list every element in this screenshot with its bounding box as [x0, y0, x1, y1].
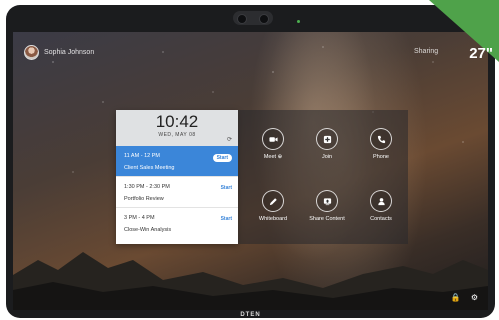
start-meeting-button[interactable]: Start [221, 216, 232, 222]
action-label: Whiteboard [258, 216, 288, 222]
phone-button[interactable]: Phone [356, 128, 406, 160]
whiteboard-button[interactable]: Whiteboard [248, 190, 298, 222]
meeting-item[interactable]: 11 AM - 12 PM Client Sales Meeting Start [116, 146, 238, 177]
dten-device: Sophia Johnson Sharing 10:42 WED, MAY 08… [6, 5, 495, 318]
join-button[interactable]: Join [302, 128, 352, 160]
action-label: Join [321, 154, 333, 160]
camera-indicator-light [297, 20, 300, 23]
phone-icon [370, 128, 392, 150]
screen: Sophia Johnson Sharing 10:42 WED, MAY 08… [13, 32, 488, 310]
device-brand-logo: DTEN [240, 312, 261, 318]
meeting-item[interactable]: 3 PM - 4 PM Close-Win Analysis Start [116, 208, 238, 238]
share-content-button[interactable]: Share Content [302, 190, 352, 222]
start-meeting-button[interactable]: Start [221, 185, 232, 191]
camera-lens-right [259, 14, 269, 24]
camera-bar [233, 11, 273, 25]
meet-button[interactable]: Meet ⊕ [248, 128, 298, 160]
person-icon [370, 190, 392, 212]
clock-date: WED, MAY 08 [158, 132, 196, 138]
action-label: Share Content [309, 216, 345, 222]
user-profile[interactable]: Sophia Johnson [24, 45, 94, 60]
lock-icon[interactable]: 🔒 [451, 293, 461, 302]
camera-lens-left [237, 14, 247, 24]
action-label: Contacts [370, 216, 392, 222]
meeting-title: Portfolio Review [124, 196, 164, 202]
calendar-header: 10:42 WED, MAY 08 ⟳ [116, 110, 238, 146]
actions-panel: Meet ⊕ Join Phone Whiteboard Share Conte… [238, 110, 408, 244]
gear-icon[interactable]: ⚙ [471, 293, 478, 302]
contacts-button[interactable]: Contacts [356, 190, 406, 222]
calendar-panel: 10:42 WED, MAY 08 ⟳ 11 AM - 12 PM Client… [116, 110, 238, 244]
action-label: Phone [373, 154, 389, 160]
avatar [24, 45, 39, 60]
meeting-item[interactable]: 1:30 PM - 2:30 PM Portfolio Review Start [116, 177, 238, 208]
user-name: Sophia Johnson [44, 49, 95, 56]
share-screen-icon [316, 190, 338, 212]
meeting-title: Close-Win Analysis [124, 227, 172, 233]
start-meeting-button[interactable]: Start [212, 154, 232, 162]
pencil-icon [262, 190, 284, 212]
bottom-toolbar: 🔒 ⚙ [451, 293, 478, 302]
plus-icon [316, 128, 338, 150]
size-badge-label: 27" [469, 45, 493, 62]
clock-time: 10:42 [155, 112, 199, 131]
refresh-icon[interactable]: ⟳ [227, 136, 232, 143]
action-label: Meet ⊕ [263, 154, 283, 160]
video-camera-icon [262, 128, 284, 150]
